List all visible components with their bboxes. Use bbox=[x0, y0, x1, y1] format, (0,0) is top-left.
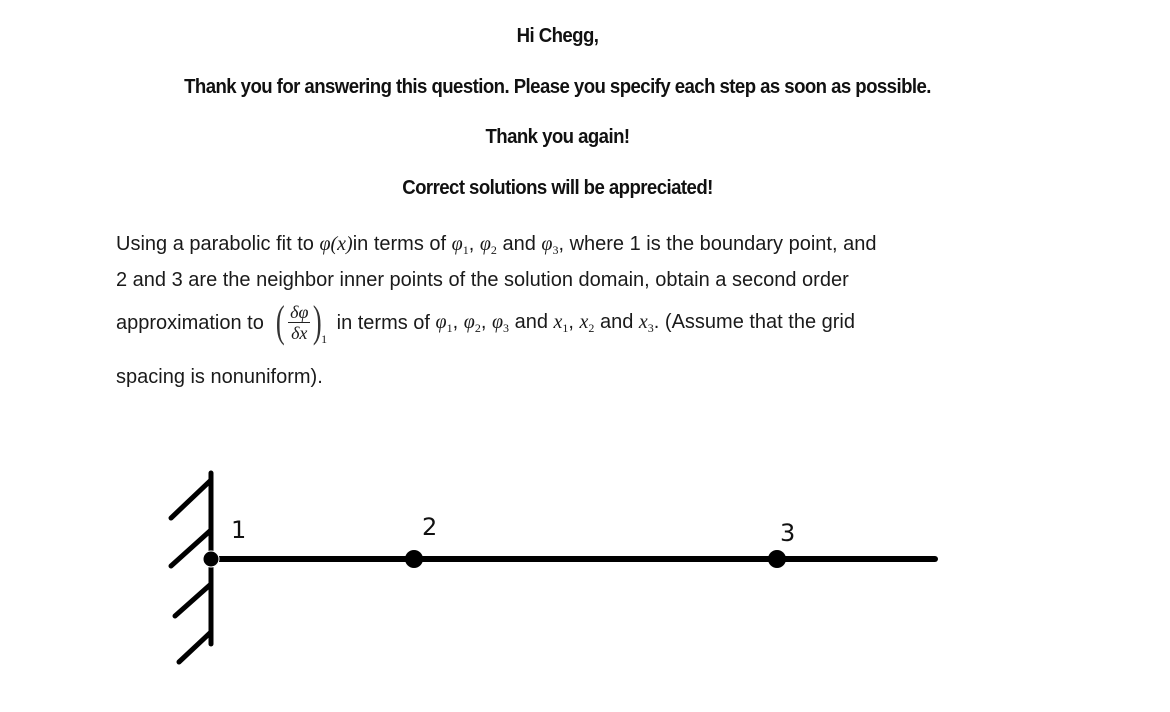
wall-hatch bbox=[168, 477, 214, 521]
fixed-wall bbox=[168, 470, 214, 665]
node-2-label: 2 bbox=[422, 513, 437, 541]
node-3-point bbox=[768, 550, 786, 568]
node-1-label: 1 bbox=[231, 516, 246, 544]
node-1-point bbox=[202, 550, 220, 568]
node-2-point bbox=[405, 550, 423, 568]
grid-diagram: 1 2 3 bbox=[168, 470, 938, 665]
wall-hatch bbox=[176, 629, 214, 665]
wall-hatch bbox=[172, 581, 214, 619]
node-3-label: 3 bbox=[780, 519, 795, 547]
